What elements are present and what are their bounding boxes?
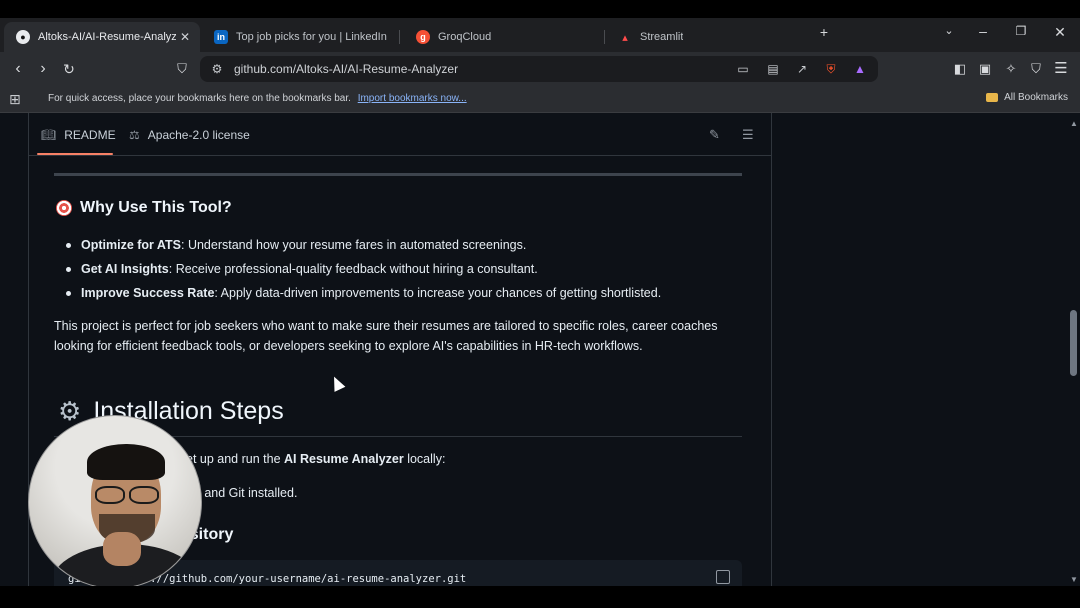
tab-title: Top job picks for you | LinkedIn: [236, 31, 387, 43]
tab-github[interactable]: ● Altoks-AI/AI-Resume-Analyzer ✕: [4, 22, 200, 52]
forward-button[interactable]: ›: [33, 59, 53, 79]
bullet-text: : Apply data-driven improvements to incr…: [214, 286, 662, 300]
setup-suffix: locally:: [403, 452, 446, 466]
tab-separator: [399, 30, 400, 44]
bullet-bold: Get AI Insights: [81, 262, 169, 276]
presenter-hand: [103, 532, 141, 566]
minimize-button[interactable]: –: [973, 23, 993, 39]
lens: [95, 486, 125, 504]
intro-paragraph: This project is perfect for job seekers …: [54, 319, 718, 353]
sidebar-icon[interactable]: ◧: [950, 59, 970, 79]
tab-title: GroqCloud: [438, 31, 492, 43]
restore-button[interactable]: ❐: [1011, 24, 1031, 38]
tab-groqcloud[interactable]: g GroqCloud: [404, 22, 600, 52]
page-scrollbar[interactable]: ▲ ▼: [1068, 113, 1080, 586]
webcam-overlay: [28, 415, 202, 589]
streamlit-icon: ▴: [622, 31, 628, 44]
tab-strip: ● Altoks-AI/AI-Resume-Analyzer ✕ in Top …: [0, 18, 1080, 52]
scroll-down-icon[interactable]: ▼: [1070, 575, 1078, 584]
bullet-text: : Receive professional-quality feedback …: [168, 262, 538, 276]
bullet-bold: Optimize for ATS: [81, 238, 181, 252]
glasses-icon: [95, 486, 159, 504]
target-icon: [56, 200, 72, 216]
close-window-button[interactable]: ✕: [1050, 24, 1070, 41]
linkedin-icon: in: [214, 30, 228, 44]
import-bookmarks-link[interactable]: Import bookmarks now...: [358, 93, 467, 104]
wallet-icon[interactable]: ▣: [975, 59, 995, 79]
back-button[interactable]: ‹: [8, 59, 28, 79]
readme-header: 📖︎ README ⚖ Apache-2.0 license ✎ ☰: [29, 113, 771, 156]
why-heading-text: Why Use This Tool?: [80, 199, 232, 216]
setup-bold: AI Resume Analyzer: [284, 452, 404, 466]
tab-title: Altoks-AI/AI-Resume-Analyzer: [38, 31, 176, 43]
list-item: Get AI Insights: Receive professional-qu…: [66, 257, 661, 281]
tab-readme[interactable]: 📖︎ README: [41, 128, 116, 142]
tab-title: Streamlit: [640, 31, 684, 43]
tab-streamlit[interactable]: ▴ Streamlit: [606, 22, 802, 52]
cast-icon[interactable]: ▭: [734, 60, 752, 78]
github-icon: ●: [16, 30, 30, 44]
lens: [129, 486, 159, 504]
browser-toolbar: ‹ › ↻ ⛉ ⚙ github.com/Altoks-AI/AI-Resume…: [0, 52, 1080, 86]
site-settings-icon[interactable]: ⚙: [208, 60, 226, 78]
tab-readme-label: README: [64, 128, 116, 142]
copy-icon[interactable]: [716, 570, 730, 584]
scale-icon: ⚖: [129, 128, 140, 142]
apps-grid-icon[interactable]: ⊞: [9, 91, 21, 108]
bullet-text: : Understand how your resume fares in au…: [181, 238, 527, 252]
menu-icon[interactable]: ☰: [1051, 59, 1071, 79]
list-item: Optimize for ATS: Understand how your re…: [66, 233, 661, 257]
why-heading: Why Use This Tool?: [56, 199, 232, 217]
reload-button[interactable]: ↻: [59, 59, 79, 79]
all-bookmarks-label: All Bookmarks: [1004, 92, 1068, 103]
vpn-icon[interactable]: ⛉: [1026, 59, 1046, 79]
scrollbar-thumb[interactable]: [1070, 310, 1077, 376]
tab-license-label: Apache-2.0 license: [147, 128, 250, 142]
brave-shields-icon[interactable]: ⛨: [822, 60, 840, 78]
all-bookmarks-button[interactable]: All Bookmarks: [986, 92, 1068, 103]
bookmarks-hint-text: For quick access, place your bookmarks h…: [48, 93, 351, 104]
edit-pencil-icon[interactable]: ✎: [709, 127, 720, 143]
tab-license[interactable]: ⚖ Apache-2.0 license: [129, 128, 250, 142]
bookmark-icon[interactable]: ⛉: [172, 59, 192, 79]
tab-separator: [604, 30, 605, 44]
setup-prefix: et up and run the: [186, 452, 284, 466]
url-text[interactable]: github.com/Altoks-AI/AI-Resume-Analyzer: [234, 62, 458, 76]
scroll-up-icon[interactable]: ▲: [1070, 119, 1078, 128]
bookmarks-bar: ⊞ For quick access, place your bookmarks…: [0, 86, 1080, 113]
letterbox-bottom: [0, 586, 1080, 608]
presenter-hair: [87, 444, 165, 480]
address-bar[interactable]: ⚙ github.com/Altoks-AI/AI-Resume-Analyze…: [200, 56, 878, 82]
brave-rewards-icon[interactable]: ▲: [851, 60, 869, 78]
new-tab-button[interactable]: +: [814, 24, 834, 40]
leo-ai-icon[interactable]: ✧: [1001, 59, 1021, 79]
reader-mode-icon[interactable]: ▤: [764, 60, 782, 78]
book-icon: 📖︎: [41, 128, 57, 142]
folder-icon: [986, 93, 999, 102]
groq-icon: g: [416, 30, 430, 44]
list-item: Improve Success Rate: Apply data-driven …: [66, 281, 661, 305]
bullet-bold: Improve Success Rate: [81, 286, 215, 300]
tab-search-chevron-icon[interactable]: ⌄: [939, 24, 959, 37]
benefits-list: Optimize for ATS: Understand how your re…: [66, 233, 661, 305]
setup-text: et up and run the AI Resume Analyzer loc…: [186, 452, 445, 466]
bookmarks-hint: For quick access, place your bookmarks h…: [48, 93, 467, 104]
active-tab-underline: [37, 153, 113, 155]
close-icon[interactable]: ✕: [180, 30, 190, 44]
horizontal-rule: [54, 173, 742, 176]
outline-list-icon[interactable]: ☰: [742, 127, 754, 143]
letterbox-top: [0, 0, 1080, 18]
tab-linkedin[interactable]: in Top job picks for you | LinkedIn: [202, 22, 398, 52]
share-icon[interactable]: ↗: [793, 60, 811, 78]
